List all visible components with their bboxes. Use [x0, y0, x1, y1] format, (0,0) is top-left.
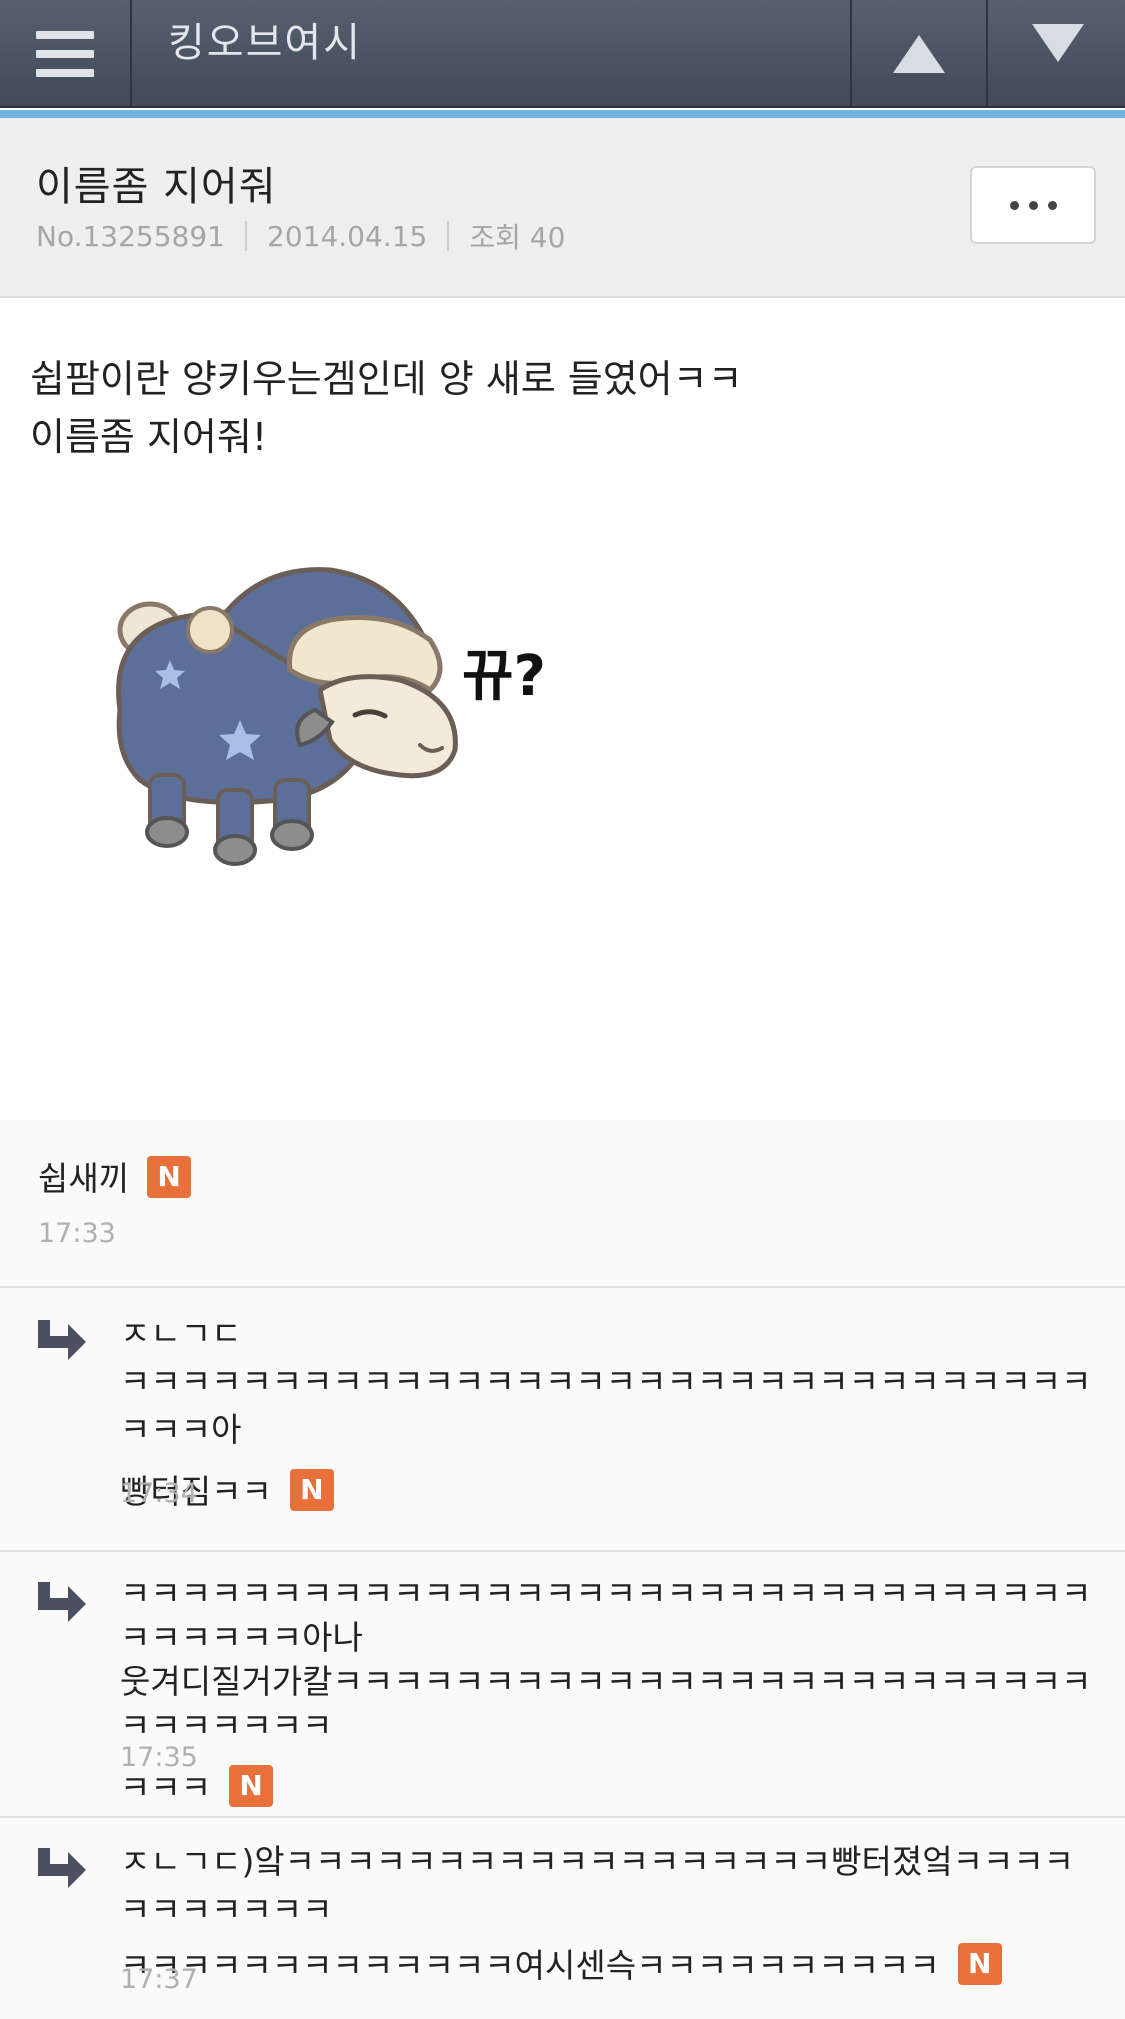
scroll-down-button[interactable]	[990, 0, 1125, 108]
reply-text-line: ㅋㅋㅋㅋㅋㅋㅋㅋㅋㅋㅋㅋㅋ여시센슥ㅋㅋㅋㅋㅋㅋㅋㅋㅋㅋ	[120, 1946, 940, 1985]
post-title: 이름좀 지어줘	[36, 164, 277, 210]
post-body-line: 쉽팜이란 양키우는겜인데 양 새로 들였어ㅋㅋ	[30, 357, 743, 401]
reply-text-line: ㅋㅋㅋ	[120, 1768, 212, 1807]
sheep-sticker-image: 뀨?	[116, 567, 546, 866]
new-badge: N	[957, 1942, 1002, 1985]
reply-item: ㅋㅋㅋㅋㅋㅋㅋㅋㅋㅋㅋㅋㅋㅋㅋㅋㅋㅋㅋㅋㅋㅋㅋㅋㅋㅋㅋㅋㅋㅋㅋㅋㅋㅋㅋㅋㅋㅋ아나…	[0, 1552, 1125, 1818]
reply-text-line: 웃겨디질거가칼ㅋㅋㅋㅋㅋㅋㅋㅋㅋㅋㅋㅋㅋㅋㅋㅋㅋㅋㅋㅋㅋㅋㅋㅋㅋㅋㅋㅋㅋㅋㅋㅋ	[120, 1662, 1092, 1745]
reply-arrow-icon	[38, 1320, 86, 1360]
post-body-line: 이름좀 지어줘!	[30, 415, 268, 459]
comment-time: 17:33	[38, 1218, 116, 1249]
post-meta: No.13255891 2014.04.15 조회 40	[36, 216, 565, 256]
reply-text-line: ㅋㅋㅋㅋㅋㅋㅋㅋㅋㅋㅋㅋㅋㅋㅋㅋㅋㅋㅋㅋㅋㅋㅋㅋㅋㅋㅋㅋㅋㅋㅋㅋㅋㅋㅋ아	[120, 1362, 1092, 1449]
new-badge: N	[229, 1764, 274, 1807]
comment-text: 쉽새끼	[38, 1159, 130, 1198]
hamburger-menu-icon	[36, 31, 94, 77]
reply-item: ㅈㄴㄱㄷ)앜ㅋㅋㅋㅋㅋㅋㅋㅋㅋㅋㅋㅋㅋㅋㅋㅋㅋㅋ빵터졌엌ㅋㅋㅋㅋㅋㅋㅋㅋㅋㅋㅋ …	[0, 1818, 1125, 2019]
arrow-up-icon	[893, 35, 945, 73]
comment-item: 쉽새끼 N 17:33	[0, 1120, 1125, 1288]
reply-text-line: ㅈㄴㄱㄷ	[120, 1314, 242, 1353]
reply-text-line: ㅈㄴㄱㄷ)앜ㅋㅋㅋㅋㅋㅋㅋㅋㅋㅋㅋㅋㅋㅋㅋㅋㅋㅋ빵터졌엌ㅋㅋㅋㅋㅋㅋㅋㅋㅋㅋㅋ	[120, 1842, 1075, 1929]
accent-divider	[0, 110, 1125, 118]
reply-item: ㅈㄴㄱㄷ ㅋㅋㅋㅋㅋㅋㅋㅋㅋㅋㅋㅋㅋㅋㅋㅋㅋㅋㅋㅋㅋㅋㅋㅋㅋㅋㅋㅋㅋㅋㅋㅋㅋㅋㅋ…	[0, 1288, 1125, 1552]
more-dots-icon	[1009, 200, 1019, 210]
comment-list: 쉽새끼 N 17:33 ㅈㄴㄱㄷ ㅋㅋㅋㅋㅋㅋㅋㅋㅋㅋㅋㅋㅋㅋㅋㅋㅋㅋㅋㅋㅋㅋㅋㅋ…	[0, 1120, 1125, 2019]
arrow-down-icon	[1031, 24, 1084, 62]
comment-time: 17:35	[120, 1742, 198, 1773]
post-number: No.13255891	[36, 219, 225, 253]
app-title[interactable]: 킹오브여시	[134, 0, 849, 108]
reply-arrow-icon	[38, 1582, 86, 1622]
post-body: 쉽팜이란 양키우는겜인데 양 새로 들였어ㅋㅋ 이름좀 지어줘!	[30, 350, 1090, 466]
comment-time: 17:37	[120, 1964, 198, 1995]
reply-text-line: ㅋㅋㅋㅋㅋㅋㅋㅋㅋㅋㅋㅋㅋㅋㅋㅋㅋㅋㅋㅋㅋㅋㅋㅋㅋㅋㅋㅋㅋㅋㅋㅋㅋㅋㅋㅋㅋㅋ아나	[120, 1574, 1092, 1657]
new-badge: N	[289, 1468, 334, 1511]
post-header: 이름좀 지어줘 No.13255891 2014.04.15 조회 40	[0, 118, 1125, 298]
scroll-up-button[interactable]	[850, 0, 988, 108]
top-app-bar: 킹오브여시	[0, 0, 1125, 108]
new-badge: N	[147, 1155, 192, 1198]
sticker-text: 뀨?	[462, 644, 546, 709]
more-options-button[interactable]	[970, 166, 1096, 244]
post-date: 2014.04.15	[267, 219, 428, 253]
post-views: 조회 40	[469, 221, 566, 254]
comment-time: 17:34	[120, 1478, 198, 1509]
menu-button[interactable]	[0, 0, 132, 108]
meta-divider	[447, 221, 450, 251]
reply-arrow-icon	[38, 1848, 86, 1888]
meta-divider	[245, 221, 247, 251]
